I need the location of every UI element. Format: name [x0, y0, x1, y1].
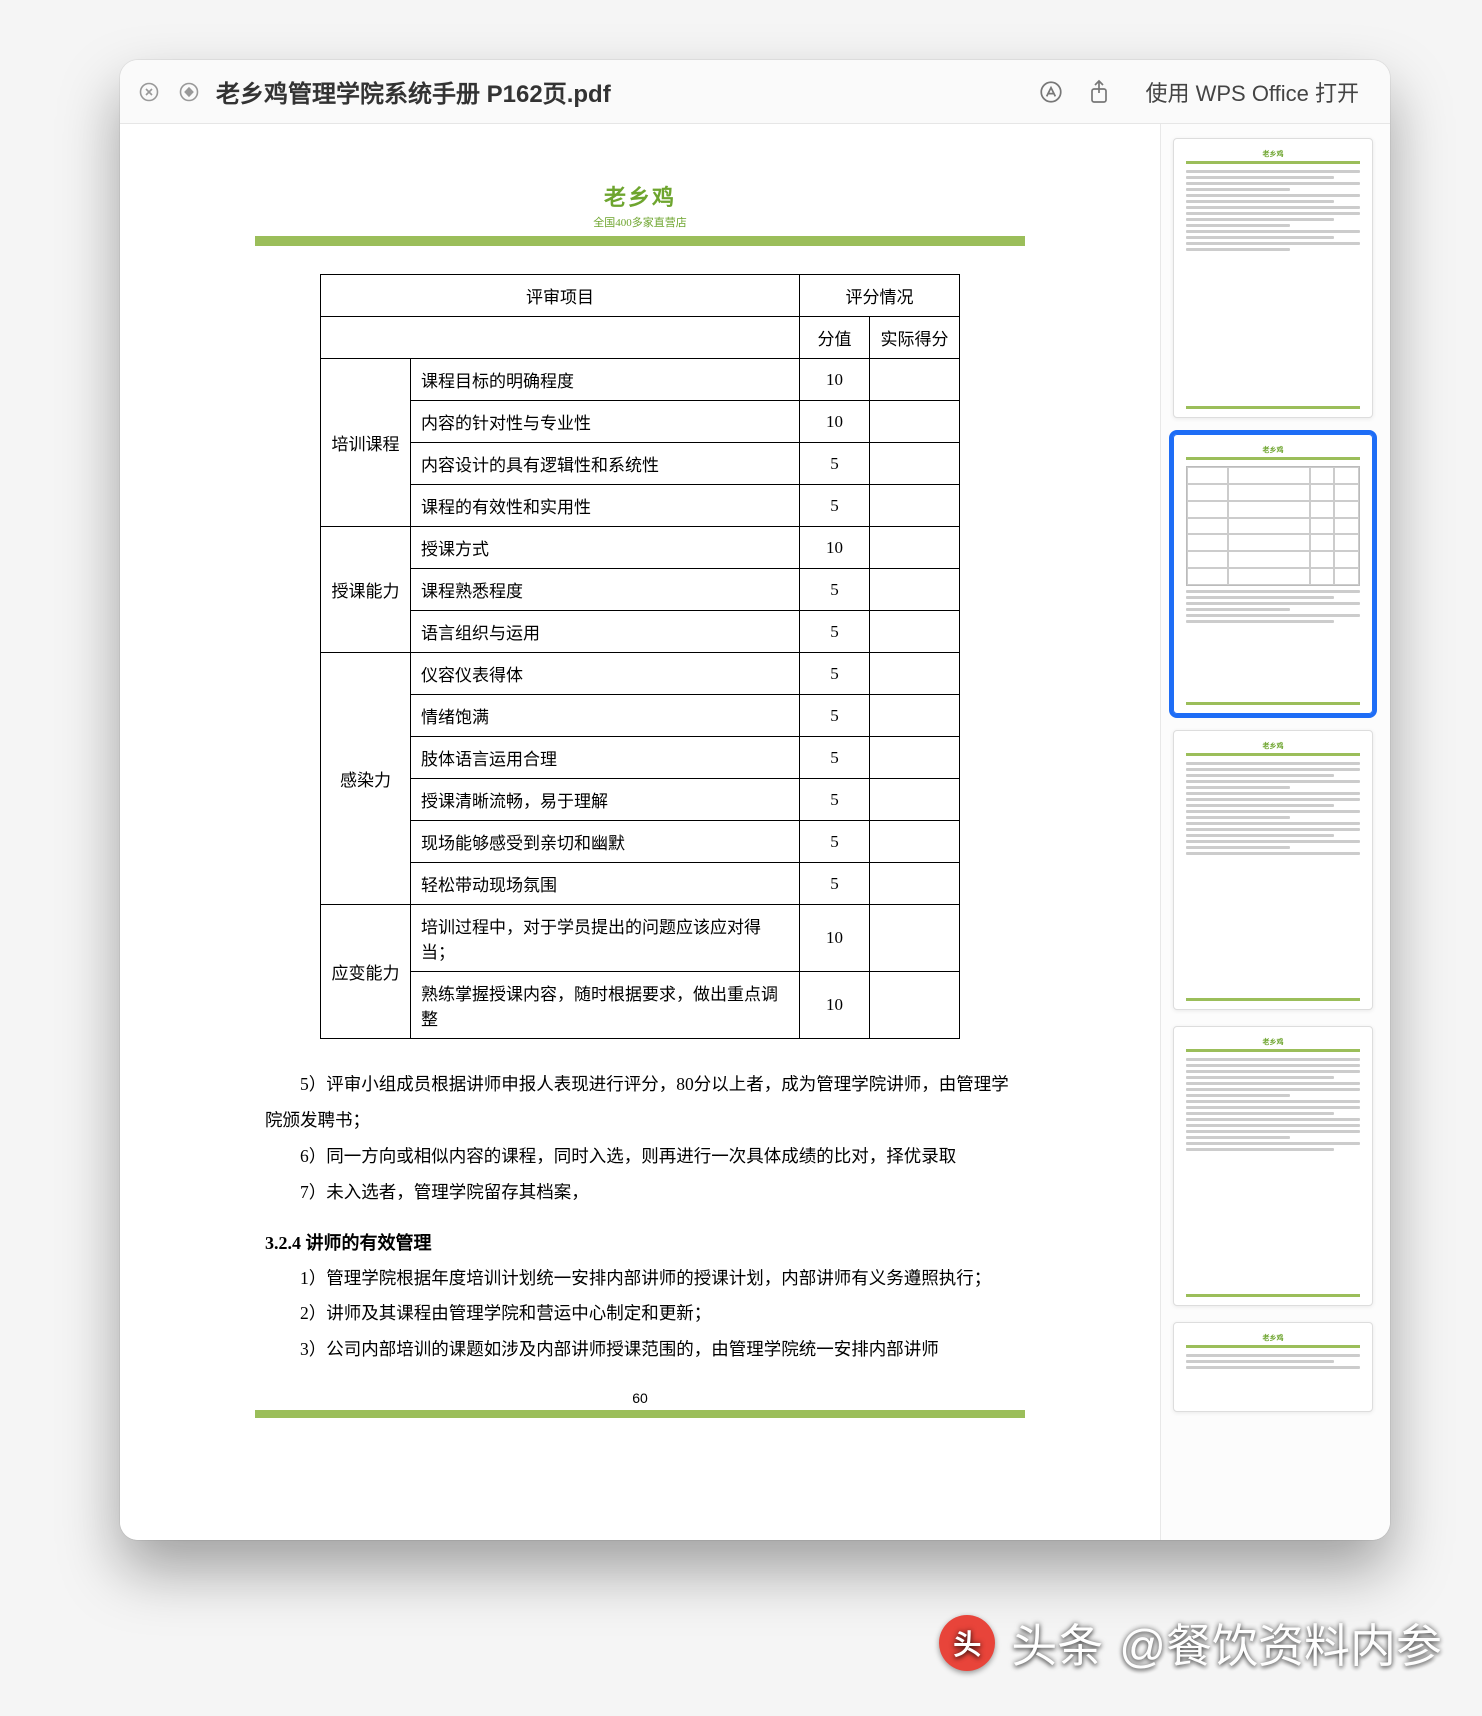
actual-score-cell: [870, 527, 960, 569]
page-thumbnail[interactable]: 老乡鸡: [1173, 730, 1373, 1010]
actual-score-cell: [870, 653, 960, 695]
list-item-1: 1）管理学院根据年度培训计划统一安排内部讲师的授课计划，内部讲师有义务遵照执行；: [265, 1261, 1015, 1297]
open-with-button[interactable]: 使用 WPS Office 打开: [1130, 69, 1374, 115]
actual-score-cell: [870, 779, 960, 821]
doc-tagline: 全国400多家直营店: [255, 214, 1025, 230]
doc-brand: 老乡鸡: [255, 180, 1025, 212]
category-cell: 培训课程: [321, 359, 411, 527]
category-cell: 授课能力: [321, 527, 411, 653]
page-thumbnail[interactable]: 老乡鸡: [1173, 1322, 1373, 1412]
page-number: 60: [255, 1390, 1025, 1406]
actual-score-cell: [870, 359, 960, 401]
header-divider: [255, 236, 1025, 246]
category-cell: 感染力: [321, 653, 411, 905]
score-cell: 5: [800, 695, 870, 737]
toutiao-logo-icon: 头: [939, 1615, 995, 1671]
score-cell: 5: [800, 485, 870, 527]
item-cell: 情绪饱满: [411, 695, 800, 737]
score-cell: 10: [800, 905, 870, 972]
share-icon[interactable]: [1082, 75, 1116, 109]
actual-score-cell: [870, 905, 960, 972]
item-cell: 课程熟悉程度: [411, 569, 800, 611]
item-cell: 语言组织与运用: [411, 611, 800, 653]
actual-score-cell: [870, 737, 960, 779]
item-cell: 内容设计的具有逻辑性和系统性: [411, 443, 800, 485]
list-item-3: 3）公司内部培训的课题如涉及内部讲师授课范围的，由管理学院统一安排内部讲师: [265, 1332, 1015, 1368]
item-cell: 肢体语言运用合理: [411, 737, 800, 779]
score-cell: 5: [800, 653, 870, 695]
item-cell: 内容的针对性与专业性: [411, 401, 800, 443]
paragraph-6: 6）同一方向或相似内容的课程，同时入选，则再进行一次具体成绩的比对，择优录取: [265, 1139, 1015, 1175]
score-cell: 5: [800, 569, 870, 611]
paragraph-7: 7）未入选者，管理学院留存其档案，: [265, 1175, 1015, 1211]
item-cell: 授课清晰流畅，易于理解: [411, 779, 800, 821]
col-actual: 实际得分: [870, 317, 960, 359]
page-viewport[interactable]: 老乡鸡 全国400多家直营店 评审项目 评分情况 分值 实际得分 培训课程课程目…: [120, 124, 1160, 1540]
watermark: 头 头条 @餐饮资料内参: [939, 1610, 1442, 1676]
score-cell: 10: [800, 527, 870, 569]
item-cell: 课程的有效性和实用性: [411, 485, 800, 527]
score-cell: 5: [800, 443, 870, 485]
item-cell: 培训过程中，对于学员提出的问题应该应对得当；: [411, 905, 800, 972]
score-cell: 5: [800, 737, 870, 779]
score-cell: 5: [800, 611, 870, 653]
page-thumbnail-current[interactable]: 老乡鸡: [1173, 434, 1373, 714]
close-icon[interactable]: [136, 79, 162, 105]
pdf-page: 老乡鸡 全国400多家直营店 评审项目 评分情况 分值 实际得分 培训课程课程目…: [205, 154, 1075, 1510]
score-cell: 10: [800, 359, 870, 401]
score-cell: 5: [800, 779, 870, 821]
actual-score-cell: [870, 569, 960, 611]
item-cell: 轻松带动现场氛围: [411, 863, 800, 905]
score-cell: 5: [800, 863, 870, 905]
actual-score-cell: [870, 972, 960, 1039]
pdf-preview-window: 老乡鸡管理学院系统手册 P162页.pdf 使用 WPS Office 打开 老…: [120, 60, 1390, 1540]
watermark-brand: 头条: [1011, 1610, 1103, 1676]
score-cell: 10: [800, 401, 870, 443]
titlebar: 老乡鸡管理学院系统手册 P162页.pdf 使用 WPS Office 打开: [120, 60, 1390, 124]
markup-icon[interactable]: [1034, 75, 1068, 109]
item-cell: 授课方式: [411, 527, 800, 569]
paragraph-5: 5）评审小组成员根据讲师申报人表现进行评分，80分以上者，成为管理学院讲师，由管…: [265, 1067, 1015, 1139]
thumbnail-sidebar[interactable]: 老乡鸡 老乡鸡: [1160, 124, 1390, 1540]
evaluation-table: 评审项目 评分情况 分值 实际得分 培训课程课程目标的明确程度10内容的针对性与…: [320, 274, 960, 1039]
item-cell: 熟练掌握授课内容，随时根据要求，做出重点调整: [411, 972, 800, 1039]
actual-score-cell: [870, 611, 960, 653]
score-cell: 10: [800, 972, 870, 1039]
list-item-2: 2）讲师及其课程由管理学院和营运中心制定和更新；: [265, 1296, 1015, 1332]
actual-score-cell: [870, 485, 960, 527]
footer-divider: [255, 1410, 1025, 1418]
col-scoring: 评分情况: [800, 275, 960, 317]
col-score: 分值: [800, 317, 870, 359]
actual-score-cell: [870, 401, 960, 443]
actual-score-cell: [870, 863, 960, 905]
item-cell: 现场能够感受到亲切和幽默: [411, 821, 800, 863]
score-cell: 5: [800, 821, 870, 863]
window-title: 老乡鸡管理学院系统手册 P162页.pdf: [216, 74, 611, 109]
page-thumbnail[interactable]: 老乡鸡: [1173, 138, 1373, 418]
item-cell: 仪容仪表得体: [411, 653, 800, 695]
actual-score-cell: [870, 443, 960, 485]
section-heading: 3.2.4 讲师的有效管理: [265, 1229, 1015, 1255]
watermark-author: @餐饮资料内参: [1119, 1610, 1442, 1676]
maximize-icon[interactable]: [176, 79, 202, 105]
actual-score-cell: [870, 821, 960, 863]
actual-score-cell: [870, 695, 960, 737]
category-cell: 应变能力: [321, 905, 411, 1039]
col-project: 评审项目: [321, 275, 800, 317]
page-thumbnail[interactable]: 老乡鸡: [1173, 1026, 1373, 1306]
item-cell: 课程目标的明确程度: [411, 359, 800, 401]
